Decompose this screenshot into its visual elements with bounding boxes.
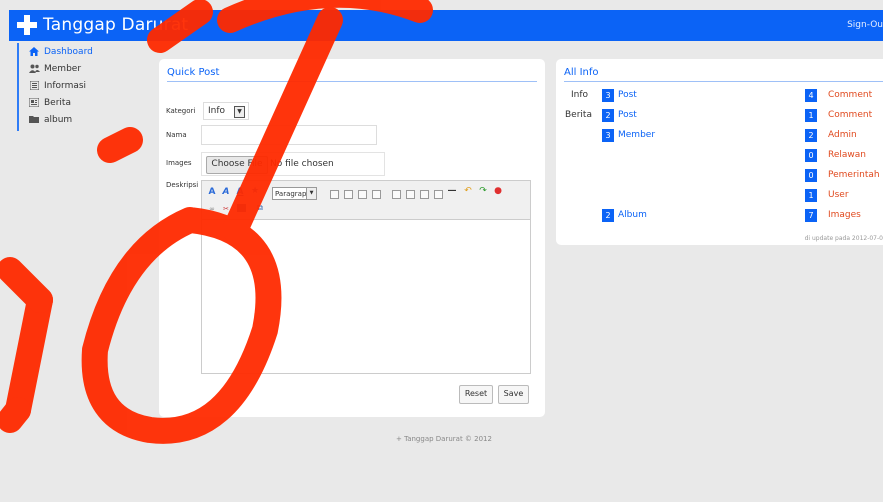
link-icon[interactable]: ∞ [207, 204, 217, 214]
sidebar-item-label: Member [44, 63, 82, 74]
nama-input[interactable] [201, 125, 377, 145]
plus-icon [17, 15, 37, 35]
save-button[interactable]: Save [498, 385, 529, 404]
sidebar-item-label: album [44, 114, 73, 125]
app-title: Tanggap Darurat [43, 15, 189, 35]
watermark-stroke [0, 257, 53, 313]
italic-icon[interactable]: A [221, 187, 231, 197]
sidebar-item-member[interactable]: Member [19, 60, 129, 77]
choose-file-button[interactable]: Choose File [206, 156, 268, 174]
watermark-stroke [5, 287, 53, 423]
bullet-list-icon[interactable] [392, 190, 401, 199]
sidebar-item-label: Dashboard [44, 46, 93, 57]
align-center-icon[interactable] [344, 190, 353, 199]
top-navbar: Tanggap Darurat Sign-Ou [9, 10, 883, 41]
count-badge: 3 [602, 129, 614, 142]
sidebar-item-informasi[interactable]: Informasi [19, 77, 129, 94]
file-status: No file chosen [270, 159, 334, 169]
deskripsi-editor[interactable]: A A A ★ Paragraph ▼ — ↶ ↷ ● ∞ ✂ ⧉ [201, 180, 531, 374]
stat-link[interactable]: Comment [828, 90, 872, 100]
numbered-list-icon[interactable] [406, 190, 415, 199]
images-file-input[interactable]: Choose File No file chosen [201, 152, 385, 176]
stat-link[interactable]: Pemerintah [828, 170, 880, 180]
undo-icon[interactable]: ↶ [463, 186, 473, 196]
editor-toolbar: A A A ★ Paragraph ▼ — ↶ ↷ ● ∞ ✂ ⧉ [202, 181, 530, 220]
format-select[interactable]: Paragraph ▼ [272, 187, 317, 200]
sidebar-item-album[interactable]: album [19, 111, 129, 128]
stat-link[interactable]: Images [828, 210, 861, 220]
updated-timestamp: di update pada 2012-07-0 [804, 235, 883, 242]
list-icon [29, 80, 39, 91]
watermark-stroke [97, 127, 143, 163]
home-icon [29, 47, 39, 56]
kategori-value: Info [208, 106, 226, 116]
stat-link[interactable]: Admin [828, 130, 857, 140]
bold-icon[interactable]: A [207, 187, 217, 197]
stat-link[interactable]: Member [618, 130, 655, 140]
watermark-stroke [0, 397, 31, 433]
sign-out-link[interactable]: Sign-Ou [847, 20, 883, 30]
count-badge: 7 [805, 209, 817, 222]
kategori-label: Kategori [166, 107, 196, 115]
outdent-icon[interactable] [420, 190, 429, 199]
chevron-down-icon: ▼ [306, 188, 316, 199]
newspaper-icon [28, 97, 40, 108]
sidebar-item-dashboard[interactable]: Dashboard [19, 43, 129, 60]
divider [167, 81, 537, 82]
star-icon[interactable]: ★ [250, 186, 260, 196]
unlink-icon[interactable]: ✂ [221, 204, 231, 214]
preview-icon[interactable]: ⧉ [255, 203, 265, 213]
panel-title: All Info [564, 67, 599, 78]
align-justify-icon[interactable] [372, 190, 381, 199]
count-badge: 1 [805, 109, 817, 122]
kategori-select[interactable]: Info ▼ [203, 102, 249, 120]
sidebar: Dashboard Member Informasi Berita album [17, 43, 129, 131]
nama-label: Nama [166, 131, 187, 139]
sidebar-item-berita[interactable]: Berita [19, 94, 129, 111]
stat-link[interactable]: Post [618, 90, 637, 100]
count-badge: 2 [602, 109, 614, 122]
deskripsi-label: Deskripsi [166, 181, 199, 189]
brand[interactable]: Tanggap Darurat [17, 15, 188, 35]
stat-link[interactable]: Relawan [828, 150, 866, 160]
group-label: Info [571, 90, 589, 100]
underline-icon[interactable]: A [235, 187, 245, 197]
align-right-icon[interactable] [358, 190, 367, 199]
horizontal-rule-icon[interactable]: — [447, 186, 457, 196]
stat-link[interactable]: User [828, 190, 849, 200]
count-badge: 2 [602, 209, 614, 222]
folder-icon [29, 115, 39, 124]
count-badge: 1 [805, 189, 817, 202]
panel-title: Quick Post [167, 67, 220, 78]
stat-link[interactable]: Post [618, 110, 637, 120]
count-badge: 4 [805, 89, 817, 102]
all-info-panel: All Info Info 3 Post Berita 2 Post 3 Mem… [556, 59, 883, 245]
image-icon[interactable] [237, 204, 246, 212]
images-label: Images [166, 159, 192, 167]
sidebar-item-label: Berita [44, 97, 71, 108]
stat-link[interactable]: Comment [828, 110, 872, 120]
count-badge: 0 [805, 169, 817, 182]
count-badge: 2 [805, 129, 817, 142]
align-left-icon[interactable] [330, 190, 339, 199]
indent-icon[interactable] [434, 190, 443, 199]
footer-text: + Tanggap Darurat © 2012 [396, 435, 492, 443]
group-label: Berita [565, 110, 592, 120]
count-badge: 0 [805, 149, 817, 162]
redo-icon[interactable]: ↷ [478, 186, 488, 196]
users-icon [29, 64, 40, 73]
chevron-down-icon: ▼ [234, 106, 245, 118]
stat-link[interactable]: Album [618, 210, 647, 220]
sidebar-item-label: Informasi [44, 80, 87, 91]
divider [564, 81, 883, 82]
count-badge: 3 [602, 89, 614, 102]
reset-button[interactable]: Reset [459, 385, 493, 404]
quick-post-panel: Quick Post Kategori Info ▼ Nama Images C… [159, 59, 545, 417]
remove-format-icon[interactable]: ● [493, 186, 503, 196]
